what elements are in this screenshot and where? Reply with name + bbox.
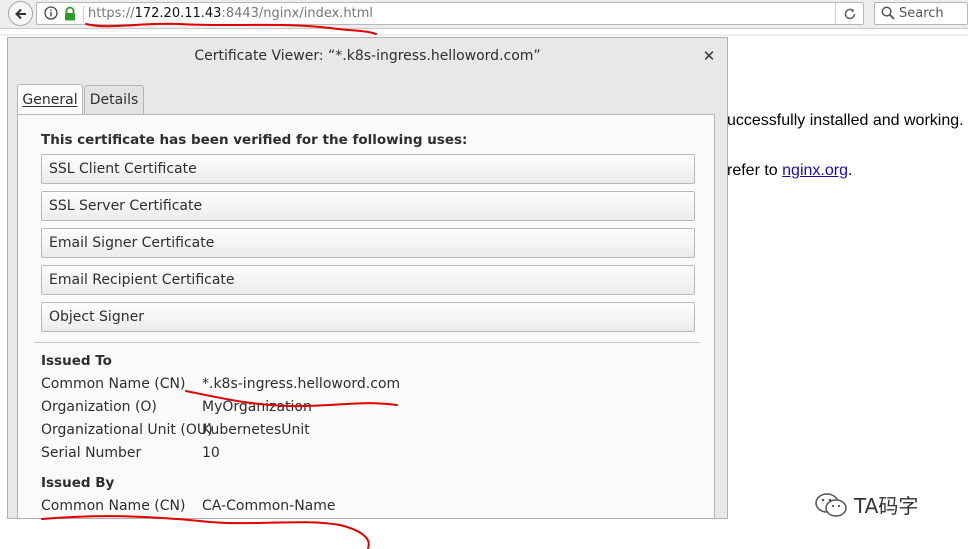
tab-details-label: Details [89, 92, 139, 108]
issued-by-heading: Issued By [41, 475, 115, 491]
page-text-suffix: . [847, 162, 853, 179]
page-scrollbar-edge [0, 34, 968, 36]
general-panel: This certificate has been verified for t… [17, 114, 715, 518]
reload-icon[interactable] [840, 6, 860, 22]
issued-to-cn-label: Common Name (CN) [41, 376, 186, 392]
serial-number-value: 10 [202, 445, 220, 461]
url-separator [83, 6, 84, 22]
url-text[interactable]: https://172.20.11.43:8443/nginx/index.ht… [88, 6, 373, 21]
wechat-icon [815, 492, 847, 517]
page-text-line-2: refer to nginx.org. [727, 162, 852, 180]
tab-general-label: General [22, 92, 78, 108]
arrow-left-icon [14, 8, 26, 19]
browser-toolbar: https://172.20.11.43:8443/nginx/index.ht… [0, 0, 968, 29]
issued-by-cn-label: Common Name (CN) [41, 498, 186, 514]
search-box[interactable]: Search [874, 2, 968, 25]
issued-to-heading: Issued To [41, 353, 112, 369]
issued-to-ou-value: KubernetesUnit [202, 422, 310, 438]
dialog-title: Certificate Viewer: “*.k8s-ingress.hello… [194, 48, 541, 64]
info-icon[interactable] [43, 5, 59, 21]
url-path: :8443/nginx/index.html [221, 6, 374, 21]
use-email-signer: Email Signer Certificate [41, 228, 695, 258]
uses-heading: This certificate has been verified for t… [41, 132, 468, 148]
watermark-text: TA码字 [854, 494, 919, 518]
use-ssl-client: SSL Client Certificate [41, 154, 695, 184]
issued-to-ou-label: Organizational Unit (OU) [41, 422, 213, 438]
certificate-viewer-dialog: Certificate Viewer: “*.k8s-ingress.hello… [7, 37, 728, 519]
use-email-recipient: Email Recipient Certificate [41, 265, 695, 295]
back-button[interactable] [8, 1, 33, 26]
url-host: 172.20.11.43 [134, 6, 222, 21]
page-text-line-1: uccessfully installed and working. [727, 112, 964, 129]
watermark: TA码字 [814, 490, 918, 519]
close-icon[interactable]: ✕ [700, 47, 718, 65]
issued-by-cn-value: CA-Common-Name [202, 498, 336, 514]
tab-details[interactable]: Details [84, 85, 144, 114]
issued-to-o-label: Organization (O) [41, 399, 157, 415]
search-placeholder: Search [899, 6, 944, 21]
nginx-link[interactable]: nginx.org [782, 162, 848, 179]
page-text-prefix: refer to [727, 162, 783, 179]
issued-to-o-value: MyOrganization [202, 399, 312, 415]
search-icon [881, 6, 895, 20]
section-divider [34, 342, 700, 343]
issued-to-cn-value: *.k8s-ingress.helloword.com [202, 376, 401, 392]
url-scheme: https:// [88, 6, 135, 21]
issued-by-underline-annotation [41, 515, 370, 549]
reload-separator [835, 3, 836, 24]
use-object-signer: Object Signer [41, 302, 695, 332]
tab-general[interactable]: General [17, 84, 83, 115]
url-bar[interactable]: https://172.20.11.43:8443/nginx/index.ht… [36, 2, 864, 25]
use-ssl-server: SSL Server Certificate [41, 191, 695, 221]
serial-number-label: Serial Number [41, 445, 142, 461]
lock-icon[interactable] [63, 6, 77, 22]
